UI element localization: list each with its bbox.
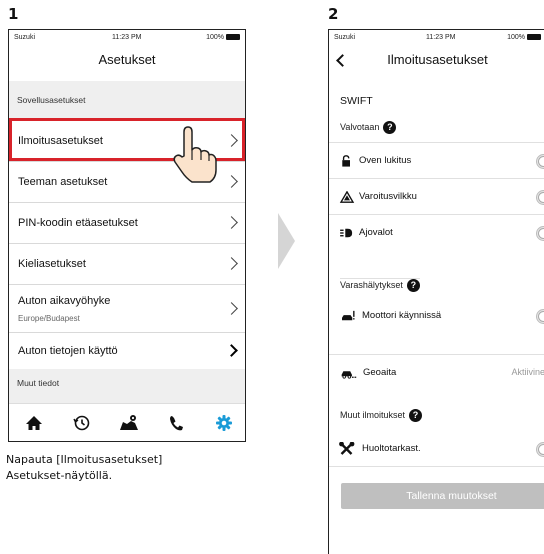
map-icon[interactable]: [118, 413, 140, 433]
page-title: Ilmoitusasetukset: [387, 52, 488, 67]
menu-item-car-data-usage[interactable]: Auton tietojen käyttö: [9, 332, 245, 369]
battery-label: 100%: [206, 34, 224, 41]
menu-item-label: Teeman asetukset: [18, 176, 108, 188]
row-label: Varoitusvilkku: [359, 191, 417, 202]
menu-item-car-timezone[interactable]: Auton aikavyöhyke Europe/Budapest: [9, 284, 245, 332]
carrier-label: Suzuki: [334, 34, 356, 41]
section-label: Varashälytykset: [340, 279, 403, 290]
menu-item-label: Auton tietojen käyttö: [18, 345, 118, 357]
clock: 11:23 PM: [426, 34, 456, 41]
home-icon[interactable]: [23, 413, 45, 433]
caption-line-2: Asetukset-näytöllä.: [6, 469, 113, 482]
menu-item-label: Kieliasetukset: [18, 258, 86, 270]
instruction-caption: Napauta [Ilmoitusasetukset] Asetukset-nä…: [6, 452, 162, 484]
notification-row-maintenance: Huoltotarkast.: [329, 431, 544, 467]
chevron-right-icon: [225, 257, 238, 270]
toggle-knob: [538, 228, 544, 239]
page-title: Asetukset: [98, 52, 156, 67]
step-number-2: 2: [328, 5, 339, 23]
toggle-knob: [538, 311, 544, 322]
car-geofence-icon: [341, 371, 357, 379]
toggle-knob: [538, 156, 544, 167]
chevron-right-icon: [225, 216, 238, 229]
section-header-more-info: Muut tiedot: [9, 369, 245, 405]
help-icon[interactable]: ?: [409, 409, 423, 422]
section-header-monitored: Valvotaan?: [340, 121, 397, 134]
engine-running-icon: [342, 310, 355, 321]
hazard-icon: [339, 191, 355, 203]
chevron-right-icon: [225, 344, 238, 357]
carrier-label: Suzuki: [14, 34, 36, 41]
chevron-right-icon: [225, 302, 238, 315]
battery-indicator: 100%: [507, 34, 541, 41]
row-label: Moottori käynnissä: [362, 310, 442, 321]
lock-icon: [342, 155, 350, 167]
help-icon[interactable]: ?: [383, 121, 397, 134]
headlight-icon: [340, 228, 353, 238]
status-bar: Suzuki 11:23 PM 100%: [329, 30, 544, 46]
help-icon[interactable]: ?: [406, 279, 420, 292]
section-header-other-notifications: Muut ilmoitukset?: [340, 409, 423, 422]
tab-bar: [9, 403, 245, 441]
status-bar: Suzuki 11:23 PM 100%: [9, 30, 245, 46]
phone-screen-notification-settings: Suzuki 11:23 PM 100% Ilmoitusasetukset S…: [328, 29, 544, 554]
caption-line-1: Napauta [Ilmoitusasetukset]: [6, 453, 163, 466]
car-model-label: SWIFT: [340, 95, 373, 107]
geofence-status: Aktiivinen: [511, 367, 544, 377]
settings-icon[interactable]: [213, 413, 235, 433]
notification-row-engine-running: Moottori käynnissä: [329, 298, 544, 334]
menu-item-label: PIN-koodin etäasetukset: [18, 217, 138, 229]
phone-icon[interactable]: [166, 413, 188, 433]
phone-screen-settings: Suzuki 11:23 PM 100% Asetukset Sovellusa…: [8, 29, 246, 442]
tap-hand-icon: [173, 126, 217, 183]
timezone-value: Europe/Budapest: [18, 314, 80, 323]
toggle-knob: [538, 444, 544, 455]
step-number-1: 1: [8, 5, 19, 23]
section-header-app-settings: Sovellusasetukset: [9, 81, 245, 120]
toggle-knob: [538, 192, 544, 203]
row-label: Geoaita: [363, 367, 397, 378]
row-label: Oven lukitus: [359, 155, 412, 166]
section-label: Muut ilmoitukset: [340, 409, 406, 420]
toggle-switch[interactable]: [536, 309, 544, 324]
chevron-right-icon: [225, 175, 238, 188]
menu-item-pin-settings[interactable]: PIN-koodin etäasetukset: [9, 202, 245, 243]
toggle-switch[interactable]: [536, 190, 544, 205]
battery-indicator: 100%: [206, 34, 240, 41]
section-label: Valvotaan: [340, 121, 380, 132]
toggle-switch[interactable]: [536, 226, 544, 241]
battery-label: 100%: [507, 34, 525, 41]
battery-icon: [226, 34, 240, 40]
row-label: Ajovalot: [359, 227, 393, 238]
history-icon[interactable]: [71, 413, 93, 433]
notification-row-headlights: Ajovalot: [329, 214, 544, 250]
clock: 11:23 PM: [112, 34, 142, 41]
notification-row-hazard-lights: Varoitusvilkku: [329, 178, 544, 214]
toggle-switch[interactable]: [536, 442, 544, 457]
notification-row-geofence[interactable]: Geoaita Aktiivinen: [329, 354, 544, 390]
notification-row-door-lock: Oven lukitus: [329, 142, 544, 178]
menu-item-label: Auton aikavyöhyke: [18, 295, 111, 307]
menu-item-language-settings[interactable]: Kieliasetukset: [9, 243, 245, 284]
wrench-icon: [339, 442, 355, 455]
save-changes-button[interactable]: Tallenna muutokset: [341, 483, 544, 509]
battery-icon: [527, 34, 541, 40]
section-header-theft-alerts: Varashälytykset?: [340, 278, 420, 292]
step-arrow: [278, 213, 295, 269]
row-label: Huoltotarkast.: [362, 443, 421, 454]
toggle-switch[interactable]: [536, 154, 544, 169]
